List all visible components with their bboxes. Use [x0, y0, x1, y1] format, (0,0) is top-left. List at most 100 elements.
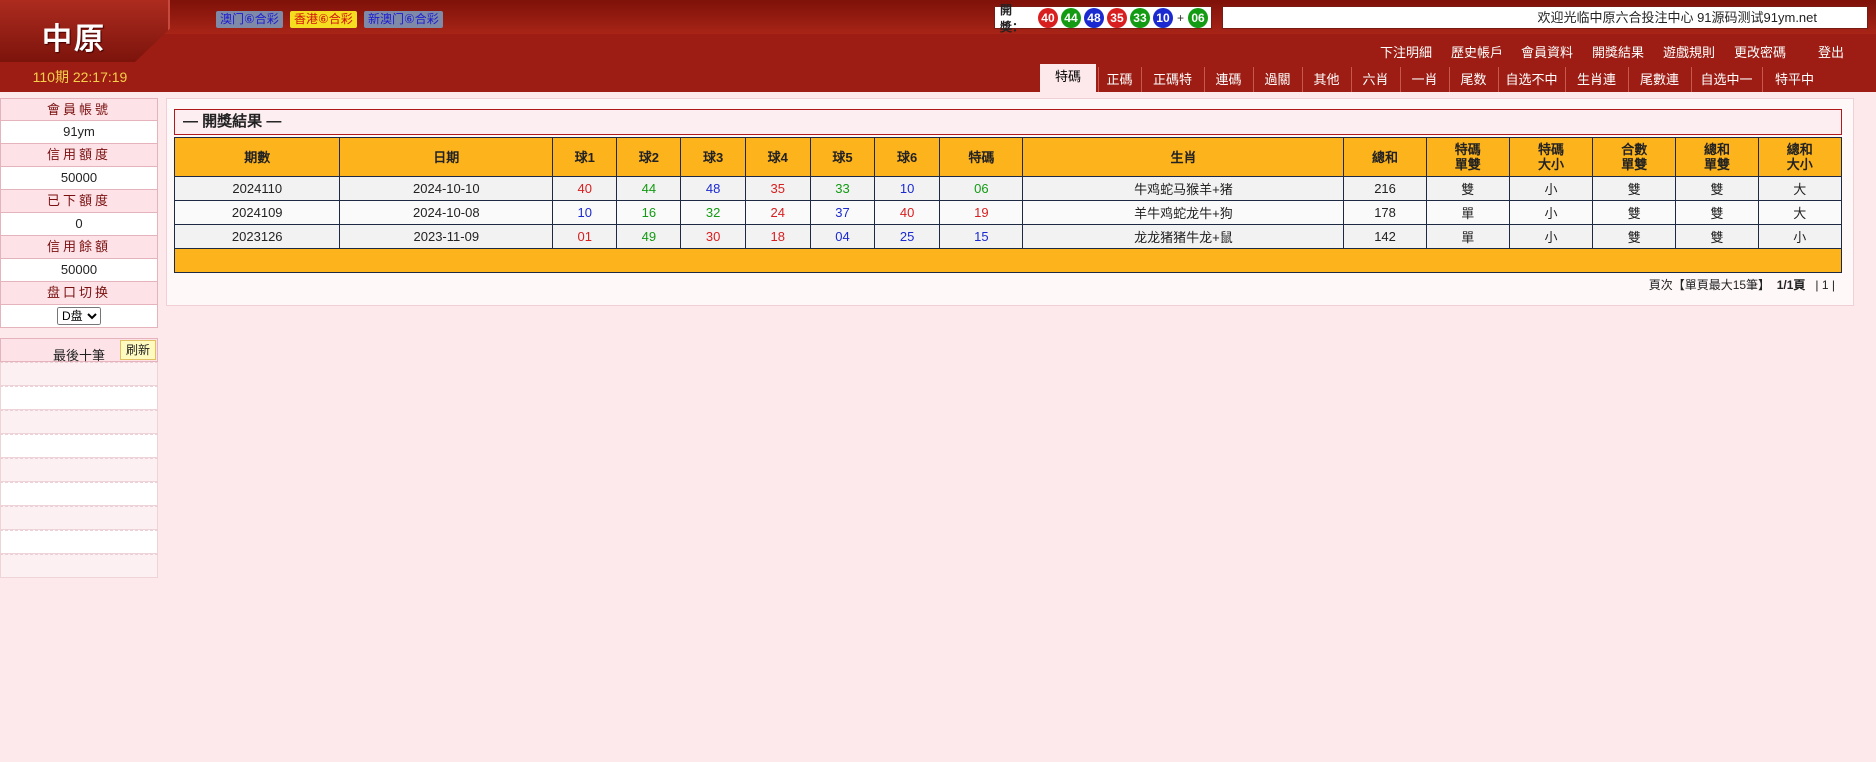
special-cell: 06 [939, 176, 1024, 201]
draw-ball: 33 [1129, 7, 1150, 28]
recent-bet-row [0, 458, 158, 482]
zodiac-cell: 羊牛鸡蛇龙牛+狗 [1022, 200, 1345, 225]
combined-odd-even-cell: 雙 [1592, 224, 1677, 249]
game-tabs: 特碼 正碼 正碼特 連碼 過關 其他 六肖 一肖 尾数 自选不中 生肖連 尾數連… [0, 64, 1876, 92]
tab-six-zodiac[interactable]: 六肖 [1351, 67, 1399, 92]
recent-bets-title: 最後十筆 [53, 348, 106, 363]
tab-zodiac-combo[interactable]: 生肖連 [1565, 67, 1627, 92]
special-odd-even-cell: 單 [1425, 224, 1510, 249]
balance-value: 50000 [0, 259, 158, 282]
ball-cell: 10 [874, 176, 941, 201]
ball-cell: 33 [809, 176, 876, 201]
balance-label: 信用餘額 [0, 236, 158, 259]
results-column-header: 日期 [339, 137, 554, 177]
results-row: 2024109 2024-10-08 10 16 32 24 37 40 19 羊牛鸡蛇龙牛+狗 1… [173, 200, 1843, 225]
tab-other[interactable]: 其他 [1302, 67, 1350, 92]
column-header-text: 特碼 [1538, 142, 1565, 157]
ball-cell: 37 [809, 200, 876, 225]
draw-plus: + [1176, 10, 1184, 25]
ball-cell: 40 [552, 176, 618, 201]
results-column-header: 總和 單雙 [1675, 137, 1759, 177]
results-column-header: 合數 單雙 [1592, 137, 1677, 177]
special-cell: 15 [939, 224, 1024, 249]
sum-odd-even-cell: 雙 [1675, 176, 1759, 201]
zodiac-cell: 龙龙猪猪牛龙+鼠 [1022, 224, 1345, 249]
column-header-text: 日期 [433, 149, 460, 165]
results-column-header: 特碼 [939, 137, 1024, 177]
nav-logout[interactable]: 登出 [1818, 42, 1844, 61]
nav-history-account[interactable]: 歷史帳戶 [1451, 42, 1503, 61]
ball-cell: 35 [744, 176, 811, 201]
tab-one-zodiac[interactable]: 一肖 [1400, 67, 1448, 92]
results-column-header: 期數 [173, 137, 341, 177]
tab-combo-number[interactable]: 連碼 [1204, 67, 1252, 92]
results-column-header: 總和 大小 [1757, 137, 1843, 177]
results-body: 2024110 2024-10-10 40 44 48 35 33 10 06 牛鸡蛇马猴羊+猪 2… [173, 176, 1843, 249]
results-table: 期數 日期 球1 球2 球3 球4 球5 球6 特碼 生肖 總和 特碼 單雙 特碼 大小 合數 單雙 總和 單雙 總和… [173, 137, 1843, 273]
results-footer-cell [174, 248, 1842, 273]
draw-ball: 35 [1106, 7, 1127, 28]
pan-select[interactable]: D盘 [57, 307, 101, 325]
results-row: 2023126 2023-11-09 01 49 30 18 04 25 15 龙龙猪猪牛龙+鼠 1… [173, 224, 1843, 249]
column-header-text: 特碼 [1454, 142, 1481, 157]
period-cell: 2024109 [173, 200, 341, 225]
tab-regular-special[interactable]: 正碼特 [1141, 67, 1203, 92]
column-header-text: 單雙 [1703, 157, 1730, 172]
nav-draw-results[interactable]: 開獎結果 [1592, 42, 1644, 61]
special-odd-even-cell: 單 [1425, 200, 1510, 225]
sum-cell: 178 [1343, 200, 1427, 225]
ball-cell: 25 [874, 224, 941, 249]
sum-cell: 216 [1343, 176, 1427, 201]
ball-cell: 24 [744, 200, 811, 225]
lottery-tab-macau[interactable]: 澳门⑥合彩 [216, 11, 283, 28]
tab-special-flat-hit[interactable]: 特平中 [1762, 67, 1826, 92]
results-column-header: 特碼 單雙 [1425, 137, 1510, 177]
lottery-tab-hongkong[interactable]: 香港⑥合彩 [290, 11, 357, 28]
credit-label: 信用額度 [0, 144, 158, 167]
tab-regular-number[interactable]: 正碼 [1098, 67, 1140, 92]
ball-cell: 16 [616, 200, 682, 225]
ball-cell: 30 [680, 224, 746, 249]
date-cell: 2024-10-08 [339, 200, 554, 225]
tab-tail-number[interactable]: 尾数 [1449, 67, 1497, 92]
ball-cell: 01 [552, 224, 618, 249]
lottery-tab-new-macau[interactable]: 新澳门⑥合彩 [364, 11, 443, 28]
special-big-small-cell: 小 [1508, 224, 1594, 249]
results-title: — 開獎結果 — [174, 109, 1842, 135]
sum-big-small-cell: 大 [1757, 200, 1843, 225]
sum-odd-even-cell: 雙 [1675, 224, 1759, 249]
nav-member-info[interactable]: 會員資料 [1521, 42, 1573, 61]
column-header-text: 大小 [1538, 157, 1565, 172]
draw-special-ball: 06 [1188, 7, 1208, 28]
nav-game-rules[interactable]: 遊戲規則 [1663, 42, 1715, 61]
tab-special-number[interactable]: 特碼 [1040, 64, 1096, 92]
refresh-button[interactable]: 刷新 [120, 340, 156, 360]
account-value: 91ym [0, 121, 158, 144]
date-cell: 2023-11-09 [339, 224, 554, 249]
recent-bet-row [0, 410, 158, 434]
tab-tail-combo[interactable]: 尾數連 [1628, 67, 1690, 92]
sum-big-small-cell: 大 [1757, 176, 1843, 201]
draw-ball: 40 [1037, 7, 1058, 28]
results-column-header: 球1 [552, 137, 618, 177]
pagination-pages[interactable]: | 1 | [1815, 278, 1835, 292]
column-header-text: 球6 [897, 149, 918, 165]
tab-self-select-hit[interactable]: 自选中一 [1691, 67, 1761, 92]
period-cell: 2024110 [173, 176, 341, 201]
nav-change-password[interactable]: 更改密碼 [1734, 42, 1786, 61]
ball-cell: 44 [616, 176, 682, 201]
column-header-text: 總和 [1786, 142, 1813, 157]
column-header-text: 特碼 [968, 149, 995, 165]
column-header-text: 單雙 [1454, 157, 1481, 172]
recent-bet-row [0, 530, 158, 554]
combined-odd-even-cell: 雙 [1592, 176, 1677, 201]
tab-parlay[interactable]: 過關 [1253, 67, 1301, 92]
draw-result-box: 開獎： 40 44 48 35 33 10 +06 [994, 3, 1212, 34]
date-cell: 2024-10-10 [339, 176, 554, 201]
ball-cell: 48 [680, 176, 746, 201]
column-header-text: 總和 [1372, 149, 1399, 165]
nav-bet-details[interactable]: 下注明細 [1380, 42, 1432, 61]
pagination-page-info: 1/1頁 [1776, 278, 1806, 292]
sum-cell: 142 [1343, 224, 1427, 249]
tab-self-select-miss[interactable]: 自选不中 [1498, 67, 1564, 92]
